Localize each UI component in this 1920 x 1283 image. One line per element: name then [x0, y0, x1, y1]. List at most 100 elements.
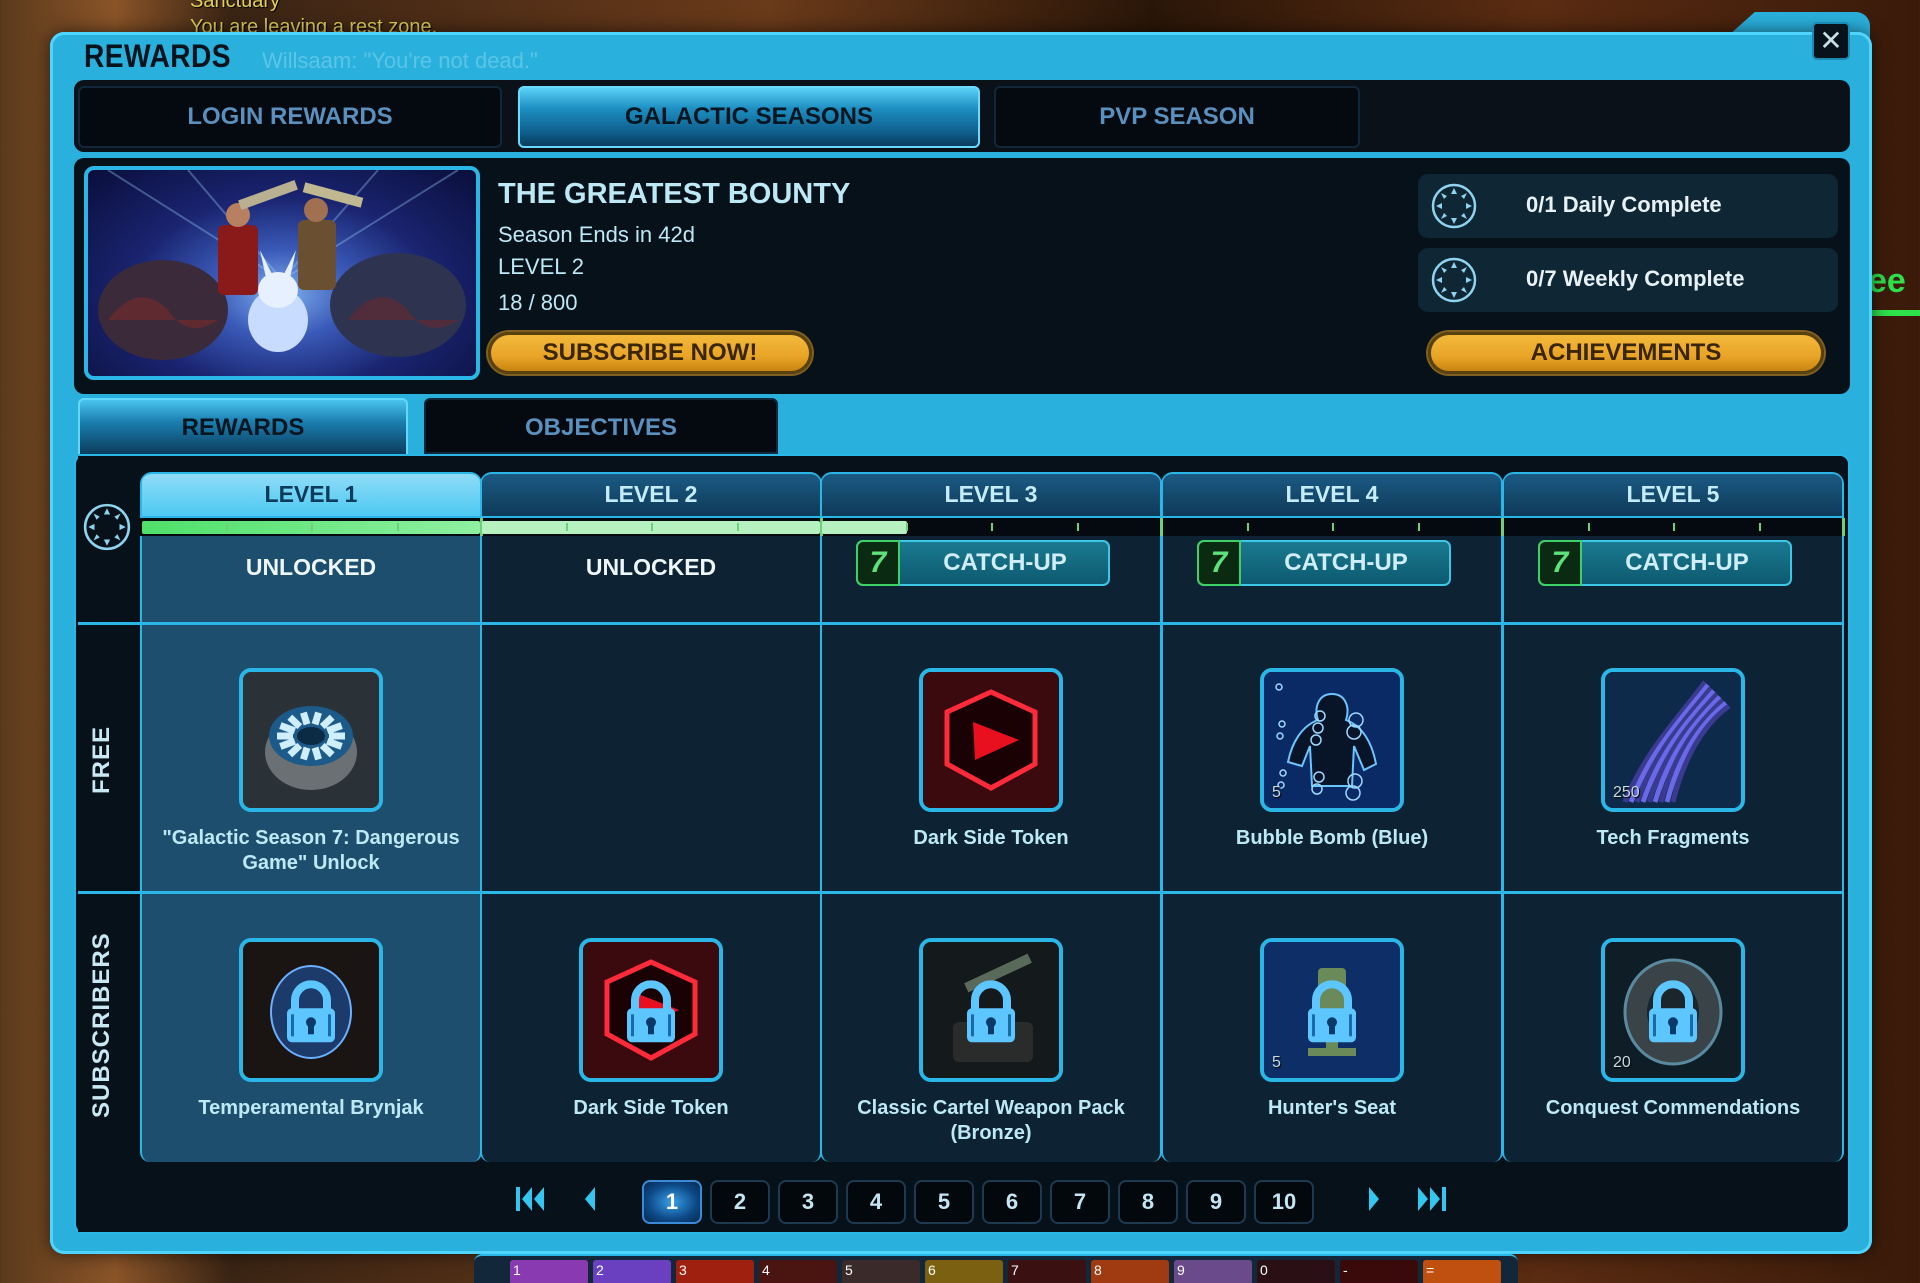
- subscriber-reward-name: Classic Cartel Weapon Pack (Bronze): [857, 1097, 1125, 1144]
- progress-tick: [397, 523, 399, 531]
- season-unlock-icon: [239, 668, 383, 812]
- action-slot[interactable]: 1: [510, 1260, 588, 1283]
- reward-quantity: 20: [1613, 1054, 1631, 1071]
- subtab-objectives[interactable]: OBJECTIVES: [424, 398, 778, 454]
- action-slot-key: 5: [845, 1262, 853, 1278]
- action-slot[interactable]: 7: [1008, 1260, 1086, 1283]
- progress-tick: [226, 523, 228, 531]
- progress-tick: [1673, 523, 1675, 531]
- lock-icon: [627, 980, 675, 1043]
- subscribe-now-button[interactable]: SUBSCRIBE NOW!: [488, 332, 812, 374]
- action-slot[interactable]: =: [1423, 1260, 1501, 1283]
- level-boundary-tick: [1501, 518, 1504, 536]
- level-header: LEVEL 1: [142, 472, 480, 516]
- action-slot[interactable]: 9: [1174, 1260, 1252, 1283]
- reward-quantity: 250: [1613, 784, 1640, 801]
- progress-tick: [311, 523, 313, 531]
- brynjak-mount-icon: [239, 938, 383, 1082]
- action-slot[interactable]: -: [1340, 1260, 1418, 1283]
- action-slot-key: 6: [928, 1262, 936, 1278]
- action-slot[interactable]: 3: [676, 1260, 754, 1283]
- top-tab-bar: LOGIN REWARDS GALACTIC SEASONS PVP SEASO…: [74, 80, 1850, 152]
- level-column: LEVEL 2 UNLOCKED Dark Side Token: [480, 472, 822, 1162]
- subscriber-reward[interactable]: Temperamental Brynjak: [142, 938, 480, 1121]
- action-slot[interactable]: 6: [925, 1260, 1003, 1283]
- progress-tick: [1588, 523, 1590, 531]
- subscriber-reward[interactable]: Classic Cartel Weapon Pack (Bronze): [822, 938, 1160, 1146]
- action-slot-key: 1: [513, 1262, 521, 1278]
- catch-up-button[interactable]: 7 CATCH-UP: [1197, 540, 1451, 586]
- page-button[interactable]: 4: [846, 1180, 906, 1224]
- action-slot[interactable]: 8: [1091, 1260, 1169, 1283]
- prev-page-button[interactable]: [582, 1184, 598, 1220]
- action-slot[interactable]: 5: [842, 1260, 920, 1283]
- tab-galactic-seasons[interactable]: GALACTIC SEASONS: [518, 86, 980, 148]
- first-page-button[interactable]: [514, 1184, 548, 1220]
- page-button[interactable]: 3: [778, 1180, 838, 1224]
- action-slot[interactable]: 0: [1257, 1260, 1335, 1283]
- catch-up-button[interactable]: 7 CATCH-UP: [856, 540, 1110, 586]
- next-page-icon: [1369, 1187, 1379, 1211]
- page-button[interactable]: 5: [914, 1180, 974, 1224]
- subscriber-reward[interactable]: 5 Hunter's Seat: [1163, 938, 1501, 1121]
- achievements-button[interactable]: ACHIEVEMENTS: [1428, 332, 1824, 374]
- level-status: UNLOCKED: [585, 554, 717, 580]
- close-button[interactable]: ✕: [1812, 22, 1850, 60]
- page-button[interactable]: 1: [642, 1180, 702, 1224]
- subscriber-row-divider: [78, 891, 1844, 894]
- conquest-commendations-icon: 20: [1601, 938, 1745, 1082]
- progress-tick: [1332, 523, 1334, 531]
- lock-icon: [1649, 980, 1697, 1043]
- page-button[interactable]: 10: [1254, 1180, 1314, 1224]
- level-header: LEVEL 5: [1504, 472, 1842, 516]
- free-reward[interactable]: Dark Side Token: [822, 668, 1160, 851]
- level-header: LEVEL 4: [1163, 472, 1501, 516]
- level-column: LEVEL 5 7 CATCH-UP 250 Tech Fragments 20…: [1502, 472, 1844, 1162]
- free-reward[interactable]: "Galactic Season 7: Dangerous Game" Unlo…: [142, 668, 480, 876]
- dark-side-token-icon: [579, 938, 723, 1082]
- last-page-button[interactable]: [1414, 1184, 1448, 1220]
- catch-up-label: CATCH-UP: [943, 549, 1067, 576]
- tab-login-rewards[interactable]: LOGIN REWARDS: [78, 86, 502, 148]
- action-slot[interactable]: 2: [593, 1260, 671, 1283]
- prev-page-icon: [585, 1187, 595, 1211]
- page-button[interactable]: 2: [710, 1180, 770, 1224]
- reward-quantity: 5: [1272, 784, 1281, 801]
- hunters-seat-icon: 5: [1260, 938, 1404, 1082]
- subscriber-reward[interactable]: Dark Side Token: [482, 938, 820, 1121]
- page-button[interactable]: 6: [982, 1180, 1042, 1224]
- action-slot-key: 7: [1011, 1262, 1019, 1278]
- progress-tick: [651, 523, 653, 531]
- bubble-bomb-icon: 5: [1260, 668, 1404, 812]
- free-reward[interactable]: 250 Tech Fragments: [1504, 668, 1842, 851]
- progress-tick: [906, 523, 908, 531]
- lock-icon: [287, 980, 335, 1043]
- action-slot[interactable]: 4: [759, 1260, 837, 1283]
- page-button[interactable]: 8: [1118, 1180, 1178, 1224]
- page-button[interactable]: 9: [1186, 1180, 1246, 1224]
- catch-up-cost-icon: 7: [1197, 540, 1241, 586]
- level-status: UNLOCKED: [245, 554, 377, 580]
- progress-tick: [737, 523, 739, 531]
- level-column: LEVEL 4 7 CATCH-UP 5 Bubble Bomb (Blue) …: [1161, 472, 1503, 1162]
- catch-up-label: CATCH-UP: [1284, 549, 1408, 576]
- lock-icon: [1308, 980, 1356, 1043]
- season-banner-image: [84, 166, 480, 380]
- page-button[interactable]: 7: [1050, 1180, 1110, 1224]
- season-progress: 18 / 800: [498, 290, 578, 315]
- progress-tick: [1418, 523, 1420, 531]
- subtab-rewards[interactable]: REWARDS: [78, 398, 408, 454]
- weekly-objective-text: 0/7 Weekly Complete: [1526, 266, 1745, 291]
- free-reward[interactable]: 5 Bubble Bomb (Blue): [1163, 668, 1501, 851]
- season-sun-moon-icon: [83, 503, 131, 551]
- tab-pvp-season[interactable]: PVP SEASON: [994, 86, 1360, 148]
- zone-chat-line-1: Sanctuary: [190, 0, 281, 12]
- catch-up-button[interactable]: 7 CATCH-UP: [1538, 540, 1792, 586]
- row-label-free: FREE: [88, 726, 115, 795]
- subscriber-reward[interactable]: 20 Conquest Commendations: [1504, 938, 1842, 1121]
- catch-up-cost-icon: 7: [856, 540, 900, 586]
- subscriber-reward-name: Conquest Commendations: [1545, 1097, 1801, 1119]
- progress-tick: [1759, 523, 1761, 531]
- weapon-pack-icon: [919, 938, 1063, 1082]
- next-page-button[interactable]: [1366, 1184, 1382, 1220]
